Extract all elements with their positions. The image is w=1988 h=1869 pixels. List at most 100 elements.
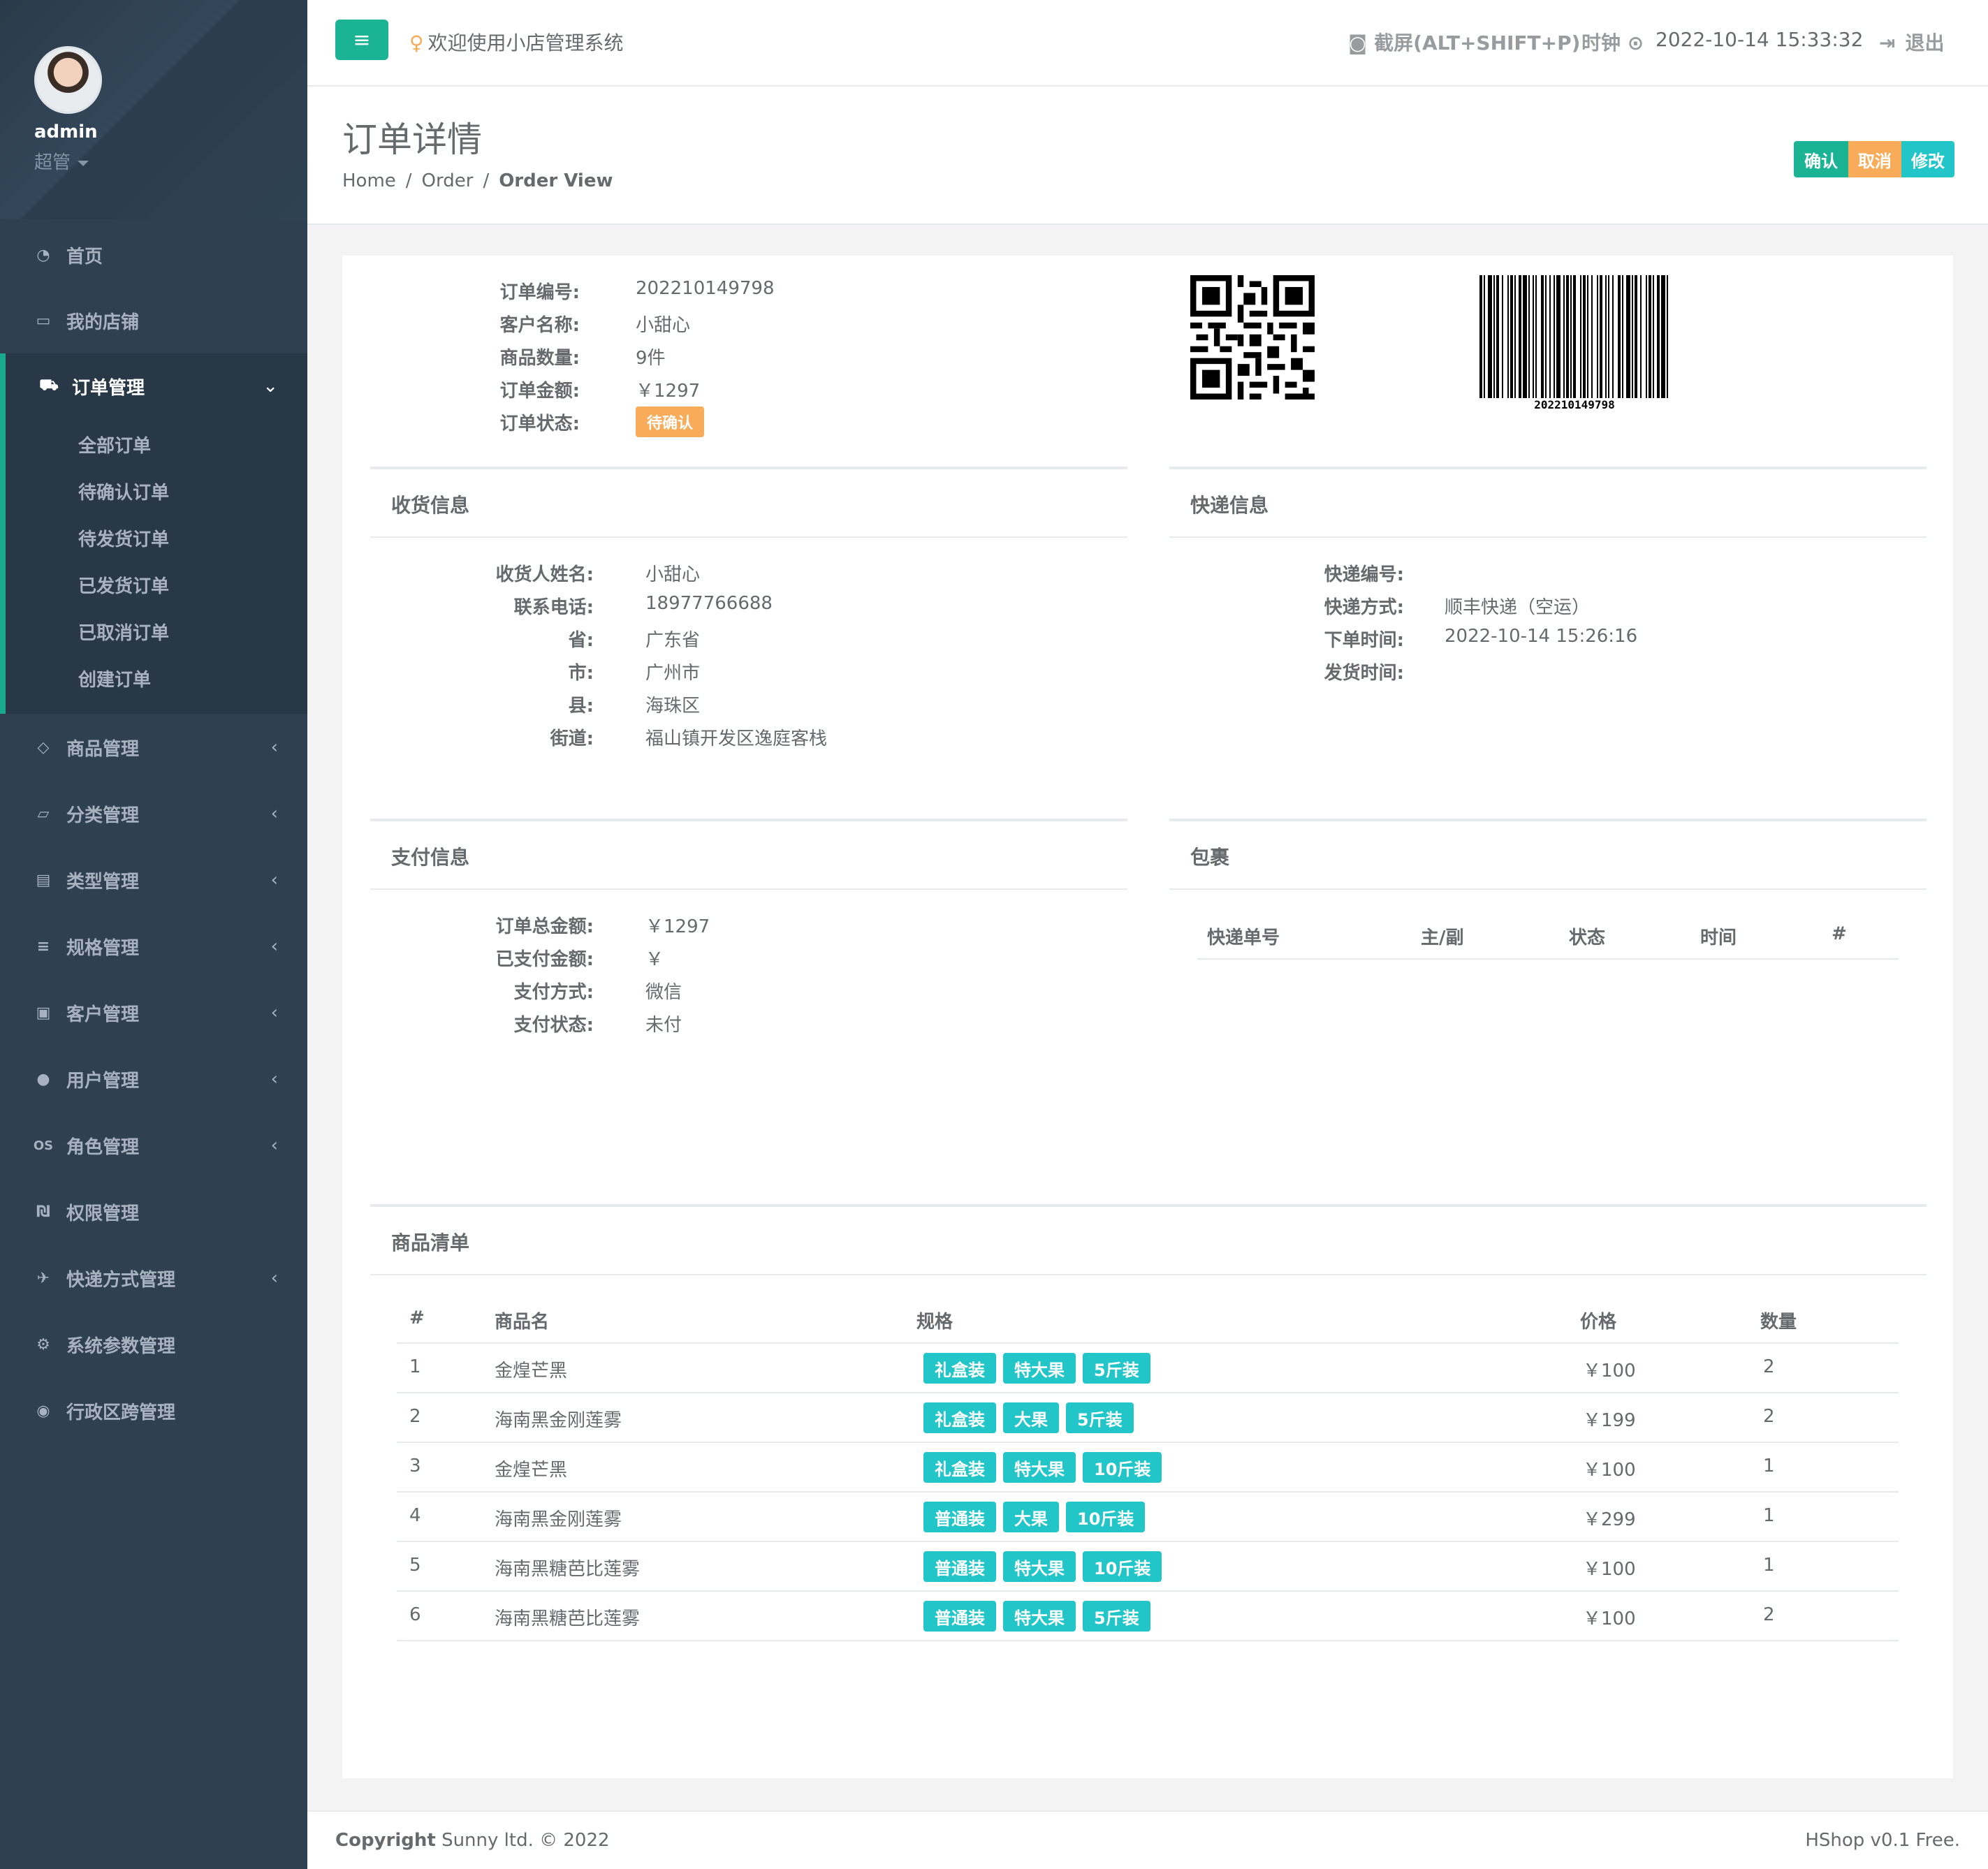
menu-toggle-button[interactable]: ≡: [335, 20, 388, 60]
order-amount-label: 订单金额:: [499, 381, 580, 402]
section-divider: [370, 888, 1127, 890]
sidebar-item-label: 首页: [66, 246, 103, 267]
qr-code: [1190, 275, 1315, 400]
sidebar-item-category-management[interactable]: ▱ 分类管理 ‹: [0, 781, 307, 846]
logout-link[interactable]: ⇥ 退出: [1879, 28, 1944, 56]
barcode-bar: [1646, 275, 1647, 400]
cancel-button[interactable]: 取消: [1848, 141, 1901, 177]
spec-tag: 特大果: [1003, 1551, 1076, 1582]
sidebar-item-label: 类型管理: [66, 871, 140, 893]
chevron-left-icon: ‹: [270, 936, 278, 957]
county-value: 海珠区: [645, 696, 701, 717]
spec-tag: 5斤装: [1083, 1601, 1150, 1632]
sidebar-item-role-management[interactable]: OS 角色管理 ‹: [0, 1113, 307, 1178]
barcode-bar: [1640, 275, 1642, 400]
barcode-bar: [1657, 275, 1660, 400]
action-button-group: 确认 取消 修改: [1794, 141, 1954, 177]
sidebar-subitem-pending-orders[interactable]: 待确认订单: [78, 478, 169, 504]
clock-value: 2022-10-14 15:33:32: [1656, 28, 1864, 51]
footer: Copyright Sunny ltd. © 2022 HShop v0.1 F…: [307, 1810, 1988, 1869]
plane-icon: ✈: [36, 1269, 50, 1287]
total-amount-value: ￥1297: [645, 916, 710, 937]
section-divider: [1169, 467, 1927, 469]
sidebar-item-permission-management[interactable]: ₪ 权限管理: [0, 1179, 307, 1245]
profile-panel: admin 超管: [0, 0, 307, 219]
sidebar-item-home[interactable]: ◔ 首页: [0, 222, 307, 288]
sidebar-subitem-shipped-orders[interactable]: 已发货订单: [78, 572, 169, 598]
section-divider: [370, 819, 1127, 821]
sidebar-item-goods-management[interactable]: ◇ 商品管理 ‹: [0, 714, 307, 780]
avatar[interactable]: [34, 46, 102, 114]
profile-role-dropdown[interactable]: 超管: [34, 148, 89, 174]
align-left-icon: ≡: [36, 937, 50, 955]
goods-header-index: #: [409, 1307, 425, 1328]
goods-cell-name: 海南黑金刚莲雾: [495, 1410, 622, 1431]
sidebar-item-customer-management[interactable]: ▣ 客户管理 ‹: [0, 980, 307, 1046]
barcode-bar: [1528, 275, 1530, 400]
chevron-left-icon: ‹: [270, 870, 278, 890]
sidebar-subitem-create-order[interactable]: 创建订单: [78, 666, 151, 691]
clock-icon: ⊙: [1627, 31, 1644, 54]
goods-cell-qty: 2: [1763, 1604, 1775, 1625]
sidebar-item-system-params[interactable]: ⚙ 系统参数管理: [0, 1312, 307, 1377]
street-label: 街道:: [550, 728, 594, 749]
chevron-left-icon: ‹: [270, 1002, 278, 1023]
barcode-bar: [1514, 275, 1516, 400]
truck-icon: ⛟: [39, 376, 59, 394]
receiver-name-value: 小甜心: [645, 564, 701, 585]
goods-cell-qty: 2: [1763, 1406, 1775, 1427]
sidebar-item-spec-management[interactable]: ≡ 规格管理 ‹: [0, 914, 307, 979]
confirm-button[interactable]: 确认: [1794, 141, 1848, 177]
sidebar-item-label: 订单管理: [72, 377, 145, 399]
sidebar-subitem-to-ship-orders[interactable]: 待发货订单: [78, 525, 169, 551]
package-header-time: 时间: [1700, 928, 1737, 948]
sidebar-subitem-all-orders[interactable]: 全部订单: [78, 432, 151, 457]
table-row-divider: [397, 1541, 1899, 1542]
screenshot-link[interactable]: ◙ 截屏(ALT+SHIFT+P): [1348, 28, 1580, 56]
section-divider: [370, 467, 1127, 469]
package-header-main-sub: 主/副: [1421, 928, 1464, 948]
screenshot-label: 截屏(ALT+SHIFT+P): [1374, 31, 1581, 54]
sidebar-item-user-management[interactable]: ● 用户管理 ‹: [0, 1046, 307, 1112]
goods-cell-index: 2: [409, 1406, 421, 1427]
edit-button[interactable]: 修改: [1901, 141, 1954, 177]
welcome-text: 欢迎使用小店管理系统: [427, 31, 624, 54]
barcode-bar: [1533, 275, 1534, 400]
sidebar-item-label: 用户管理: [66, 1070, 140, 1092]
dashboard-icon: ◔: [36, 246, 50, 264]
sidebar-item-label: 角色管理: [66, 1136, 140, 1158]
copyright-label: Copyright: [335, 1830, 436, 1851]
page-title: 订单详情: [342, 119, 482, 160]
sidebar-item-express-management[interactable]: ✈ 快递方式管理 ‹: [0, 1245, 307, 1311]
section-divider: [370, 1274, 1927, 1275]
spec-tag: 普通装: [923, 1502, 996, 1532]
cogs-icon: ⚙: [36, 1335, 50, 1354]
sidebar-item-label: 分类管理: [66, 805, 140, 826]
section-divider: [370, 536, 1127, 538]
goods-cell-name: 海南黑金刚莲雾: [495, 1509, 622, 1530]
sidebar-subitem-cancelled-orders[interactable]: 已取消订单: [78, 619, 169, 645]
chevron-down-icon: ⌄: [263, 376, 278, 397]
sidebar-item-region-management[interactable]: ◉ 行政区跨管理: [0, 1378, 307, 1444]
sidebar-item-order-management[interactable]: ⛟ 订单管理 ⌄: [0, 353, 307, 419]
barcode-bar: [1597, 275, 1598, 400]
sidebar-item-type-management[interactable]: ▤ 类型管理 ‹: [0, 847, 307, 913]
sign-out-icon: ⇥: [1879, 31, 1896, 54]
goods-header-qty: 数量: [1760, 1312, 1797, 1333]
barcode-bar: [1535, 275, 1537, 400]
sidebar-item-my-shop[interactable]: ▭ 我的店铺: [0, 288, 307, 353]
breadcrumb-separator: /: [483, 170, 490, 191]
phone-label: 联系电话:: [513, 597, 594, 618]
barcode-bar: [1600, 275, 1602, 400]
barcode-bar: [1510, 275, 1513, 400]
customer-name-value: 小甜心: [636, 315, 691, 336]
spec-tag: 礼盒装: [923, 1452, 996, 1483]
table-header-divider: [1197, 958, 1899, 960]
order-detail-card: 订单编号: 202210149798 客户名称: 小甜心 商品数量: 9件 订单…: [342, 256, 1953, 1778]
camera-icon: ◙: [1348, 31, 1368, 54]
breadcrumb-order[interactable]: Order: [422, 170, 474, 191]
goods-cell-name: 海南黑糖芭比莲雾: [495, 1608, 641, 1629]
breadcrumb-home[interactable]: Home: [342, 170, 396, 191]
barcode-bar: [1519, 275, 1521, 400]
barcode-bar: [1523, 275, 1527, 400]
